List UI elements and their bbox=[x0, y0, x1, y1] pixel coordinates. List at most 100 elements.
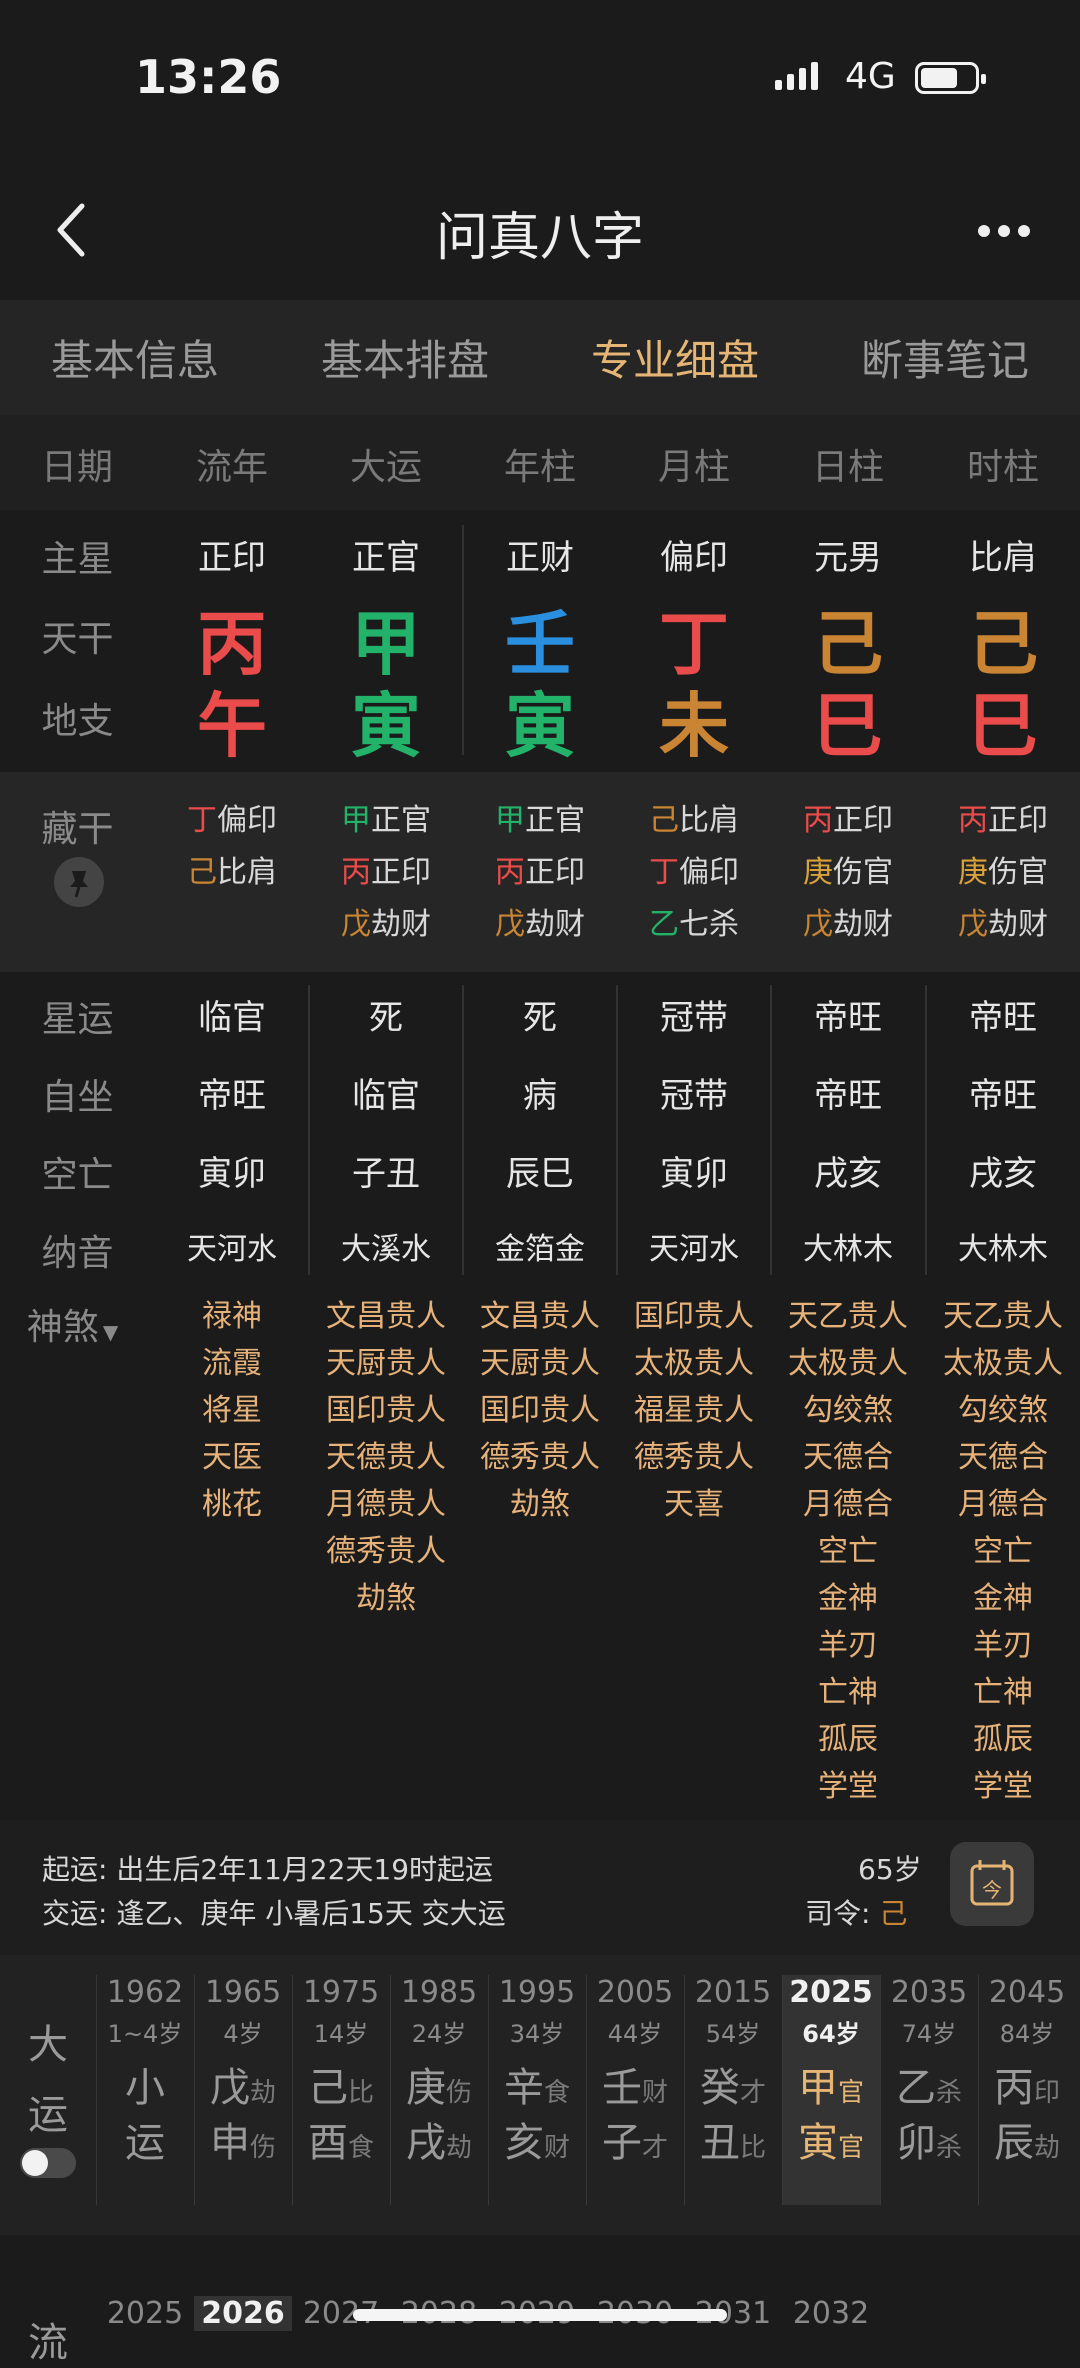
shensha-item[interactable]: 空亡 bbox=[926, 1528, 1080, 1575]
calendar-button[interactable]: 今 bbox=[950, 1842, 1034, 1926]
tab-basic-info[interactable]: 基本信息 bbox=[0, 327, 270, 388]
shensha-item[interactable]: 德秀贵人 bbox=[309, 1528, 463, 1575]
tab-notes[interactable]: 断事笔记 bbox=[810, 327, 1080, 388]
shensha-item[interactable]: 文昌贵人 bbox=[309, 1293, 463, 1340]
dayun-item[interactable]: 2015 54岁 癸才 丑比 bbox=[684, 1975, 782, 2205]
shensha-item[interactable]: 将星 bbox=[155, 1387, 309, 1434]
shensha-item[interactable]: 空亡 bbox=[771, 1528, 925, 1575]
siling-value: 己 bbox=[879, 1897, 908, 1930]
earthly-branch[interactable]: 寅 bbox=[463, 670, 617, 771]
dayun-item[interactable]: 2035 74岁 乙杀 卯杀 bbox=[880, 1975, 978, 2205]
shensha-item[interactable]: 月德贵人 bbox=[309, 1481, 463, 1528]
dayun-item[interactable]: 1985 24岁 庚伤 戌劫 bbox=[390, 1975, 488, 2205]
dayun-item[interactable]: 2045 84岁 丙印 辰劫 bbox=[978, 1975, 1076, 2205]
shensha-item[interactable]: 太极贵人 bbox=[771, 1340, 925, 1387]
shensha-item[interactable]: 天厨贵人 bbox=[463, 1340, 617, 1387]
shensha-item[interactable]: 羊刃 bbox=[771, 1622, 925, 1669]
shensha-item[interactable]: 亡神 bbox=[926, 1669, 1080, 1716]
row-label-shensha[interactable]: 神煞 ▼ bbox=[10, 1298, 135, 1350]
shensha-item[interactable]: 金神 bbox=[771, 1575, 925, 1622]
shensha-item[interactable]: 文昌贵人 bbox=[463, 1293, 617, 1340]
dayun-stem: 壬 bbox=[601, 2065, 642, 2111]
dayun-stem-god: 劫 bbox=[249, 2078, 276, 2108]
shensha-item[interactable]: 天乙贵人 bbox=[771, 1293, 925, 1340]
shensha-item[interactable]: 天厨贵人 bbox=[309, 1340, 463, 1387]
shensha-item[interactable]: 国印贵人 bbox=[617, 1293, 771, 1340]
row-label-branch: 地支 bbox=[41, 701, 114, 742]
shensha-item[interactable]: 亡神 bbox=[771, 1669, 925, 1716]
dayun-year: 1975 bbox=[302, 1975, 380, 2010]
shensha-item[interactable]: 国印贵人 bbox=[463, 1387, 617, 1434]
dayun-pillar: 己比 酉食 bbox=[292, 2063, 390, 2173]
shensha-item[interactable]: 天喜 bbox=[617, 1481, 771, 1528]
hidden-stem-item: 庚伤官 bbox=[926, 847, 1080, 899]
pin-icon[interactable] bbox=[54, 857, 104, 907]
network-label: 4G bbox=[845, 56, 896, 97]
hidden-stem-item: 甲正官 bbox=[463, 795, 617, 847]
dayun-item[interactable]: 1975 14岁 己比 酉食 bbox=[292, 1975, 390, 2205]
shensha-item[interactable]: 月德合 bbox=[926, 1481, 1080, 1528]
shensha-item[interactable]: 劫煞 bbox=[463, 1481, 617, 1528]
shensha-item[interactable]: 桃花 bbox=[155, 1481, 309, 1528]
row-label-stem: 天干 bbox=[41, 619, 114, 660]
earthly-branch[interactable]: 未 bbox=[617, 670, 771, 771]
shensha-item[interactable]: 太极贵人 bbox=[926, 1340, 1080, 1387]
shensha-item[interactable]: 劫煞 bbox=[309, 1575, 463, 1622]
shensha-item[interactable]: 禄神 bbox=[155, 1293, 309, 1340]
xingyun-value: 冠带 bbox=[660, 998, 728, 1038]
shensha-item[interactable]: 学堂 bbox=[926, 1763, 1080, 1810]
shensha-item[interactable]: 国印贵人 bbox=[309, 1387, 463, 1434]
column-header: 流年 bbox=[195, 447, 268, 488]
kongwang-value: 子丑 bbox=[352, 1154, 420, 1194]
dayun-divider bbox=[586, 1975, 587, 2205]
shensha-item[interactable]: 德秀贵人 bbox=[617, 1434, 771, 1481]
dayun-item[interactable]: 1962 1~4岁小运 bbox=[96, 1975, 194, 2205]
liunian-year[interactable]: 2025 bbox=[96, 2296, 194, 2331]
dayun-branch-row: 戌劫 bbox=[390, 2118, 488, 2173]
shensha-item[interactable]: 天医 bbox=[155, 1434, 309, 1481]
dayun-stem-god: 食 bbox=[543, 2078, 570, 2108]
column-divider bbox=[770, 985, 772, 1275]
shensha-item[interactable]: 天乙贵人 bbox=[926, 1293, 1080, 1340]
dayun-year: 1995 bbox=[498, 1975, 576, 2010]
shensha-item[interactable]: 孤辰 bbox=[926, 1716, 1080, 1763]
tab-basic-chart[interactable]: 基本排盘 bbox=[270, 327, 540, 388]
tab-pro-chart[interactable]: 专业细盘 bbox=[540, 327, 810, 388]
liunian-year[interactable]: 2032 bbox=[782, 2296, 880, 2331]
shensha-item[interactable]: 月德合 bbox=[771, 1481, 925, 1528]
shensha-item[interactable]: 孤辰 bbox=[771, 1716, 925, 1763]
shensha-item[interactable]: 金神 bbox=[926, 1575, 1080, 1622]
shensha-item[interactable]: 太极贵人 bbox=[617, 1340, 771, 1387]
dayun-age: 1~4岁 bbox=[107, 2020, 183, 2048]
shensha-item[interactable]: 羊刃 bbox=[926, 1622, 1080, 1669]
shensha-item[interactable]: 流霞 bbox=[155, 1340, 309, 1387]
dayun-item[interactable]: 2025 64岁 甲官 寅官 bbox=[782, 1975, 880, 2205]
kongwang-value: 寅卯 bbox=[198, 1154, 266, 1194]
xingyun-value: 帝旺 bbox=[969, 998, 1037, 1038]
shensha-item[interactable]: 天德合 bbox=[926, 1434, 1080, 1481]
liunian-year[interactable]: 2026 bbox=[194, 2296, 292, 2331]
shensha-item[interactable]: 天德合 bbox=[771, 1434, 925, 1481]
dayun-item[interactable]: 1995 34岁 辛食 亥财 bbox=[488, 1975, 586, 2205]
more-icon[interactable] bbox=[978, 222, 1038, 241]
hidden-stem-char: 己 bbox=[649, 803, 679, 838]
shensha-item[interactable]: 勾绞煞 bbox=[771, 1387, 925, 1434]
earthly-branch[interactable]: 巳 bbox=[771, 670, 925, 771]
dayun-item[interactable]: 2005 44岁 壬财 子才 bbox=[586, 1975, 684, 2205]
shensha-item[interactable]: 福星贵人 bbox=[617, 1387, 771, 1434]
column-header: 时柱 bbox=[966, 447, 1039, 488]
hidden-stem-item: 戊劫财 bbox=[771, 899, 925, 951]
earthly-branch[interactable]: 巳 bbox=[926, 670, 1080, 771]
dayun-pillar: 庚伤 戌劫 bbox=[390, 2063, 488, 2173]
earthly-branch[interactable]: 寅 bbox=[309, 670, 463, 771]
shensha-item[interactable]: 德秀贵人 bbox=[463, 1434, 617, 1481]
shensha-item[interactable]: 天德贵人 bbox=[309, 1434, 463, 1481]
dayun-divider bbox=[96, 1975, 97, 2205]
dayun-branch-god: 财 bbox=[543, 2133, 570, 2163]
zizuo-value: 帝旺 bbox=[198, 1076, 266, 1116]
dayun-item[interactable]: 1965 4岁 戊劫 申伤 bbox=[194, 1975, 292, 2205]
earthly-branch[interactable]: 午 bbox=[155, 670, 309, 771]
shensha-item[interactable]: 勾绞煞 bbox=[926, 1387, 1080, 1434]
shensha-item[interactable]: 学堂 bbox=[771, 1763, 925, 1810]
dayun-toggle[interactable] bbox=[20, 2148, 76, 2178]
